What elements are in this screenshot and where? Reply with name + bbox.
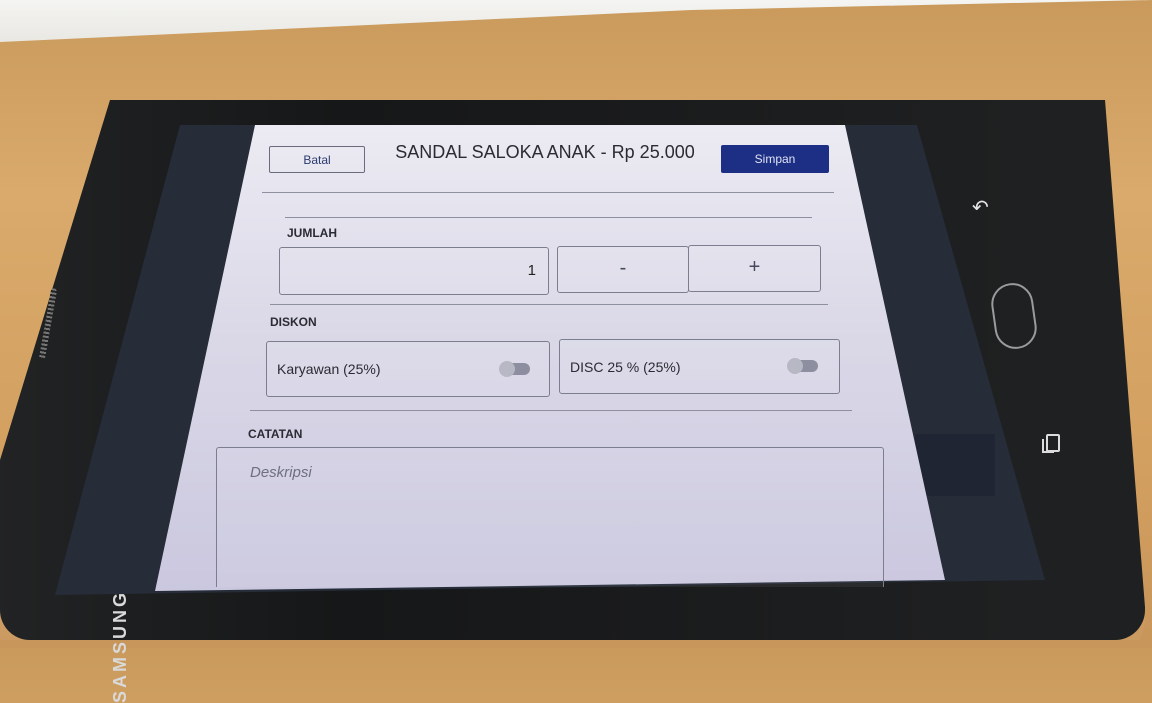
discount-option-label: DISC 25 % (25%) <box>570 359 681 375</box>
section-divider <box>250 410 852 411</box>
minus-icon: - <box>619 257 627 279</box>
discount-option-disc25[interactable]: DISC 25 % (25%) <box>559 339 840 394</box>
notes-label: CATATAN <box>248 427 303 441</box>
recent-apps-icon[interactable] <box>1042 434 1060 453</box>
cancel-button[interactable]: Batal <box>269 146 365 173</box>
save-button[interactable]: Simpan <box>721 145 829 173</box>
decrement-button[interactable]: - <box>557 246 689 293</box>
increment-button[interactable]: + <box>688 245 821 292</box>
background-panel <box>915 434 995 496</box>
discount-option-karyawan[interactable]: Karyawan (25%) <box>266 341 550 397</box>
discount-toggle[interactable] <box>499 361 530 377</box>
quantity-input[interactable]: 1 <box>279 247 549 295</box>
header-divider <box>262 192 834 193</box>
discount-label: DISKON <box>270 315 317 329</box>
quantity-label: JUMLAH <box>287 226 337 240</box>
discount-toggle[interactable] <box>787 358 818 374</box>
dialog-title: SANDAL SALOKA ANAK - Rp 25.000 <box>395 142 695 162</box>
notes-textarea[interactable]: Deskripsi <box>216 447 884 587</box>
brand-text: SAMSUNG <box>110 589 130 703</box>
discount-option-label: Karyawan (25%) <box>277 361 381 377</box>
plus-icon: + <box>748 256 761 278</box>
quantity-value: 1 <box>527 262 536 279</box>
background-wall <box>0 0 1152 42</box>
section-divider <box>285 217 812 218</box>
notes-placeholder: Deskripsi <box>250 464 312 481</box>
back-arrow-icon[interactable]: ↶ <box>972 195 989 220</box>
section-divider <box>270 304 828 305</box>
